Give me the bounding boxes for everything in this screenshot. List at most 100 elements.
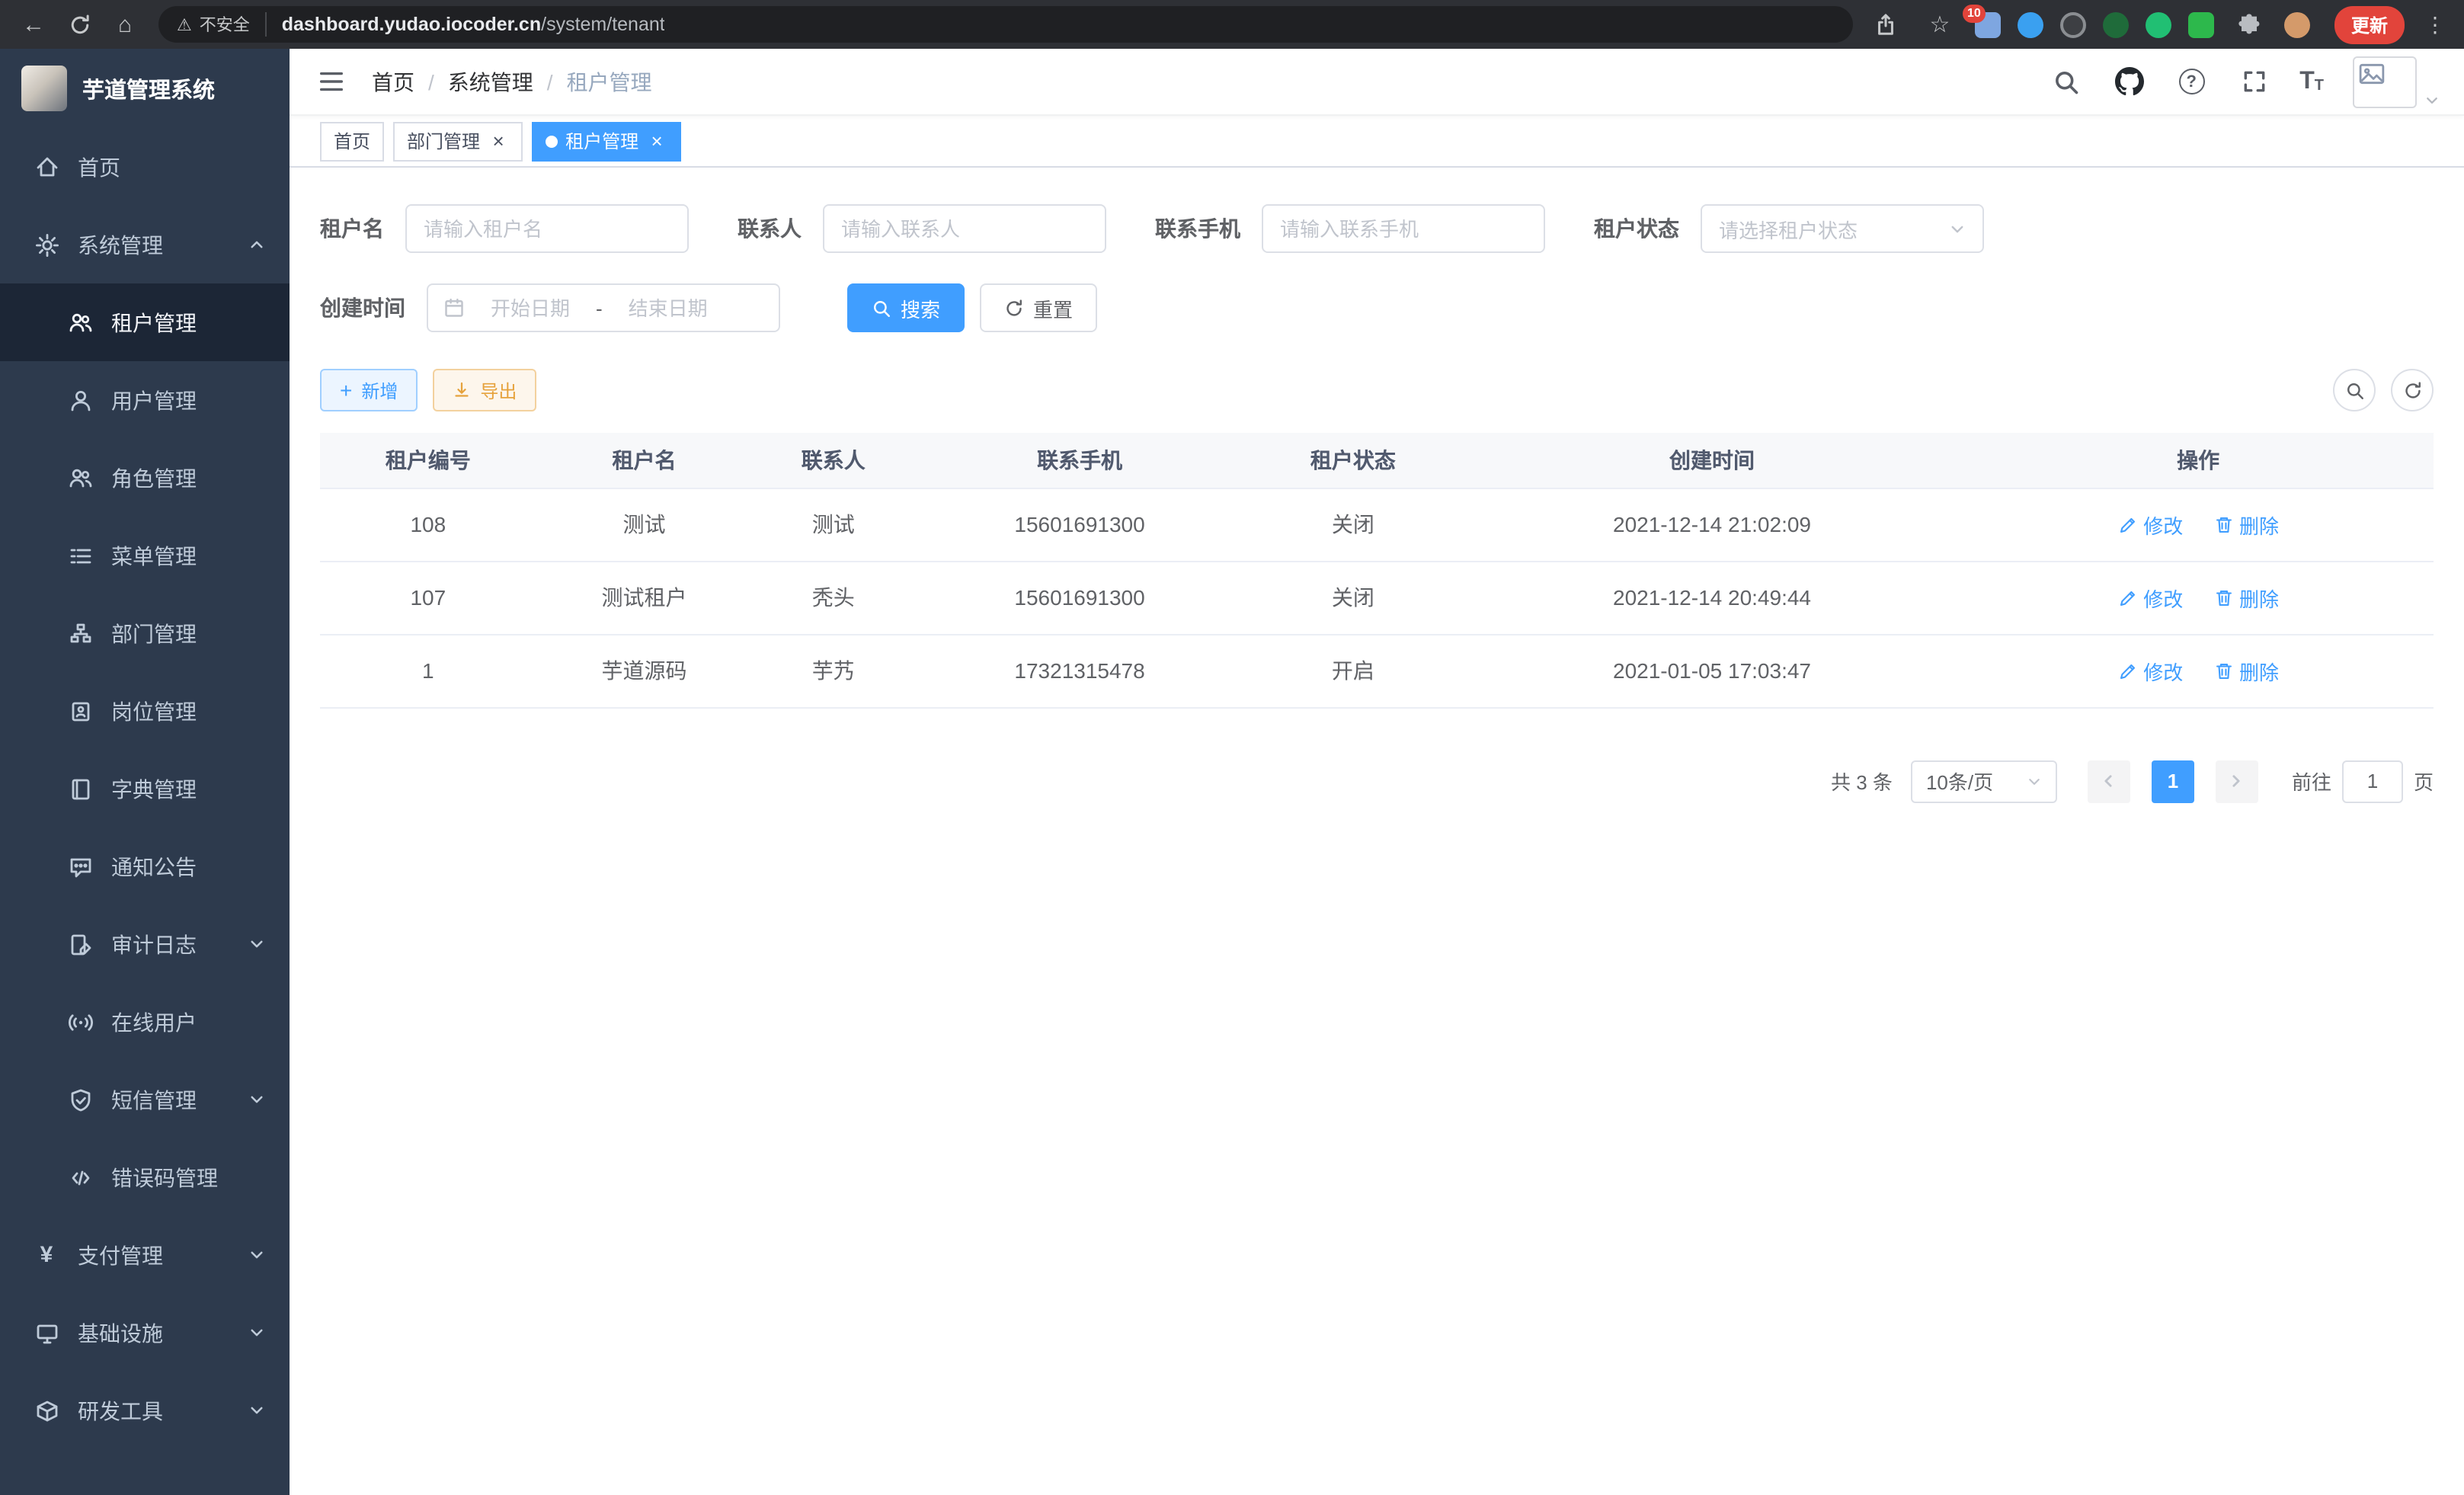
extension-icon-5[interactable] (2146, 11, 2171, 37)
user-icon (67, 388, 93, 412)
date-end-input[interactable] (613, 296, 723, 319)
tab-tenant[interactable]: 租户管理 × (532, 121, 681, 161)
font-size-icon[interactable]: TT (2299, 69, 2324, 94)
tab-dept[interactable]: 部门管理 × (393, 121, 523, 161)
sidebar-item-label: 用户管理 (111, 385, 197, 415)
app-logo[interactable]: 芋道管理系统 (0, 49, 290, 128)
font-size-small-glyph: T (2315, 78, 2324, 94)
prev-page-button[interactable] (2088, 760, 2130, 802)
main-panel: 首页 / 系统管理 / 租户管理 ? (290, 49, 2464, 1495)
sidebar-item-label: 在线用户 (111, 1007, 197, 1037)
hamburger-icon[interactable] (314, 65, 347, 98)
chevron-down-icon (248, 936, 265, 952)
search-button[interactable]: 搜索 (847, 283, 965, 332)
url-bar[interactable]: ⚠ 不安全 dashboard.yudao.iocoder.cn/system/… (158, 6, 1853, 43)
sidebar-item-role[interactable]: 角色管理 (0, 439, 290, 517)
fullscreen-icon[interactable] (2237, 65, 2270, 98)
delete-link[interactable]: 删除 (2213, 656, 2279, 685)
security-warning[interactable]: ⚠ 不安全 (177, 12, 267, 37)
github-icon[interactable] (2112, 65, 2146, 98)
sidebar-item-sms[interactable]: 短信管理 (0, 1061, 290, 1138)
breadcrumb-item[interactable]: 首页 (372, 66, 414, 97)
delete-link[interactable]: 删除 (2213, 583, 2279, 612)
delete-link[interactable]: 删除 (2213, 510, 2279, 539)
edit-link[interactable]: 修改 (2117, 510, 2183, 539)
gear-icon (34, 232, 59, 257)
sidebar-item-label: 首页 (78, 152, 120, 182)
sidebar-item-tenant[interactable]: 租户管理 (0, 283, 290, 361)
share-icon[interactable] (1868, 6, 1905, 43)
page-number-current[interactable]: 1 (2152, 760, 2194, 802)
sidebar-item-dept[interactable]: 部门管理 (0, 594, 290, 672)
field-label: 联系人 (738, 213, 802, 244)
security-label: 不安全 (200, 12, 250, 37)
cell-created: 2021-12-14 21:02:09 (1461, 488, 1963, 561)
sidebar-item-error-code[interactable]: 错误码管理 (0, 1138, 290, 1216)
page-size-select[interactable]: 10条/页 (1911, 760, 2057, 802)
sidebar-item-home[interactable]: 首页 (0, 128, 290, 206)
extension-icon-3[interactable] (2060, 11, 2086, 37)
date-range-picker[interactable]: - (427, 283, 780, 332)
sidebar-item-system[interactable]: 系统管理 (0, 206, 290, 283)
tab-home[interactable]: 首页 (320, 121, 384, 161)
home-icon[interactable]: ⌂ (107, 6, 143, 43)
extension-icon-1[interactable]: 10 (1975, 11, 2001, 37)
update-button[interactable]: 更新 (2334, 5, 2405, 43)
user-avatar-menu[interactable] (2353, 56, 2440, 107)
breadcrumb-item[interactable]: 系统管理 (448, 66, 533, 97)
date-start-input[interactable] (475, 296, 585, 319)
sidebar-item-audit-log[interactable]: 审计日志 (0, 905, 290, 983)
add-button[interactable]: + 新增 (320, 369, 418, 411)
extension-icon-2[interactable] (2018, 11, 2043, 37)
search-button-label: 搜索 (901, 293, 940, 322)
browser-menu-icon[interactable]: ⋮ (2421, 11, 2449, 37)
contact-input[interactable] (823, 204, 1106, 253)
toggle-search-button[interactable] (2333, 369, 2376, 411)
column-header: 操作 (1963, 433, 2434, 488)
reset-button[interactable]: 重置 (980, 283, 1097, 332)
refresh-icon[interactable] (61, 6, 98, 43)
next-page-button[interactable] (2216, 760, 2258, 802)
close-icon[interactable]: × (646, 131, 667, 151)
export-button[interactable]: 导出 (433, 369, 536, 411)
sidebar-item-user[interactable]: 用户管理 (0, 361, 290, 439)
yen-icon: ¥ (34, 1244, 59, 1266)
bookmark-star-icon[interactable]: ☆ (1922, 6, 1958, 43)
id-badge-icon (67, 699, 93, 723)
tenant-name-input[interactable] (405, 204, 689, 253)
field-label: 联系手机 (1155, 213, 1240, 244)
back-icon[interactable]: ← (15, 6, 52, 43)
refresh-icon (2402, 380, 2422, 400)
sidebar-item-label: 系统管理 (78, 229, 163, 260)
breadcrumb: 首页 / 系统管理 / 租户管理 (372, 66, 652, 97)
shield-icon (67, 1087, 93, 1112)
sidebar-item-notice[interactable]: 通知公告 (0, 828, 290, 905)
extension-icon-4[interactable] (2103, 11, 2129, 37)
sidebar-item-post[interactable]: 岗位管理 (0, 672, 290, 750)
list-icon (67, 543, 93, 568)
sidebar-item-devtools[interactable]: 研发工具 (0, 1372, 290, 1449)
tenant-table: 租户编号 租户名 联系人 联系手机 租户状态 创建时间 操作 108 测试 (320, 433, 2434, 708)
status-select[interactable]: 请选择租户状态 (1701, 204, 1984, 253)
sidebar-item-online-users[interactable]: 在线用户 (0, 983, 290, 1061)
phone-input[interactable] (1262, 204, 1545, 253)
app-title: 芋道管理系统 (82, 72, 215, 104)
edit-link[interactable]: 修改 (2117, 656, 2183, 685)
edit-label: 修改 (2143, 656, 2183, 685)
message-bubble-icon (67, 854, 93, 879)
search-icon[interactable] (2050, 65, 2083, 98)
sidebar-item-infra[interactable]: 基础设施 (0, 1294, 290, 1372)
cell-operations: 修改 删除 (1963, 561, 2434, 634)
close-icon[interactable]: × (488, 131, 509, 151)
refresh-table-button[interactable] (2391, 369, 2434, 411)
help-icon[interactable]: ? (2174, 65, 2208, 98)
sidebar-item-payment[interactable]: ¥ 支付管理 (0, 1216, 290, 1294)
profile-avatar[interactable] (2284, 11, 2310, 37)
sidebar-item-dict[interactable]: 字典管理 (0, 750, 290, 828)
extensions-puzzle-icon[interactable] (2231, 6, 2267, 43)
edit-link[interactable]: 修改 (2117, 583, 2183, 612)
chevron-down-icon (248, 1402, 265, 1419)
extension-icon-6[interactable] (2188, 11, 2214, 37)
goto-page-input[interactable] (2342, 760, 2403, 802)
sidebar-item-menu[interactable]: 菜单管理 (0, 517, 290, 594)
